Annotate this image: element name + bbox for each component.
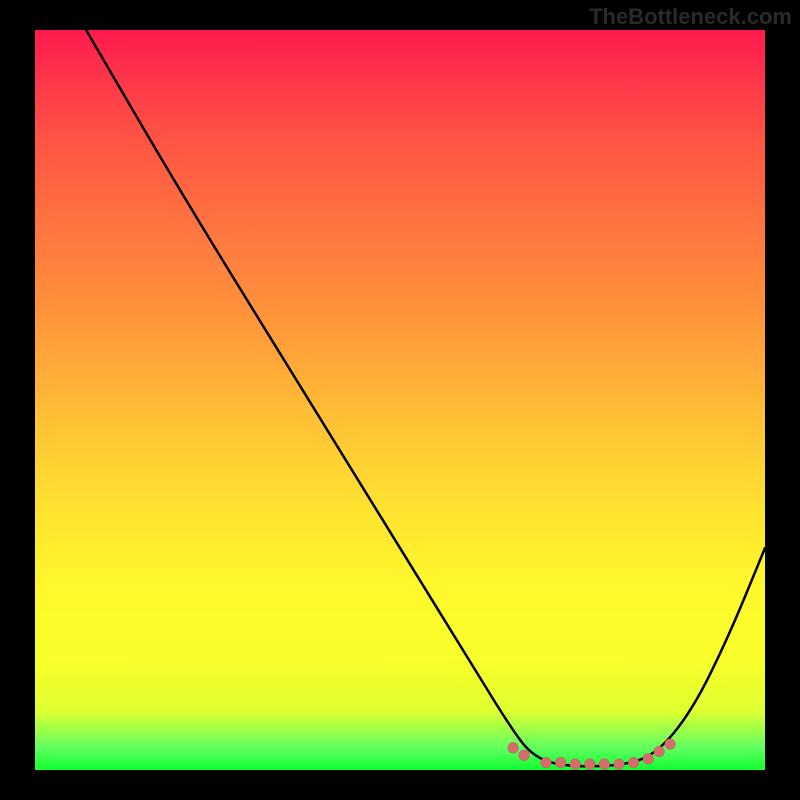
min-dot xyxy=(614,759,625,770)
min-dot xyxy=(570,759,581,770)
chart-container: TheBottleneck.com xyxy=(0,0,800,800)
chart-svg xyxy=(35,30,765,770)
min-dot xyxy=(599,759,610,770)
min-dot xyxy=(508,742,519,753)
min-dot xyxy=(541,757,552,768)
watermark-text: TheBottleneck.com xyxy=(589,4,792,30)
plot-area xyxy=(35,30,765,770)
bottleneck-curve xyxy=(86,30,765,766)
min-dot xyxy=(555,757,566,768)
min-dot xyxy=(519,750,530,761)
min-dot xyxy=(628,757,639,768)
min-dot xyxy=(643,753,654,764)
min-dot xyxy=(654,746,665,757)
min-dot xyxy=(665,739,676,750)
min-dot xyxy=(584,759,595,770)
